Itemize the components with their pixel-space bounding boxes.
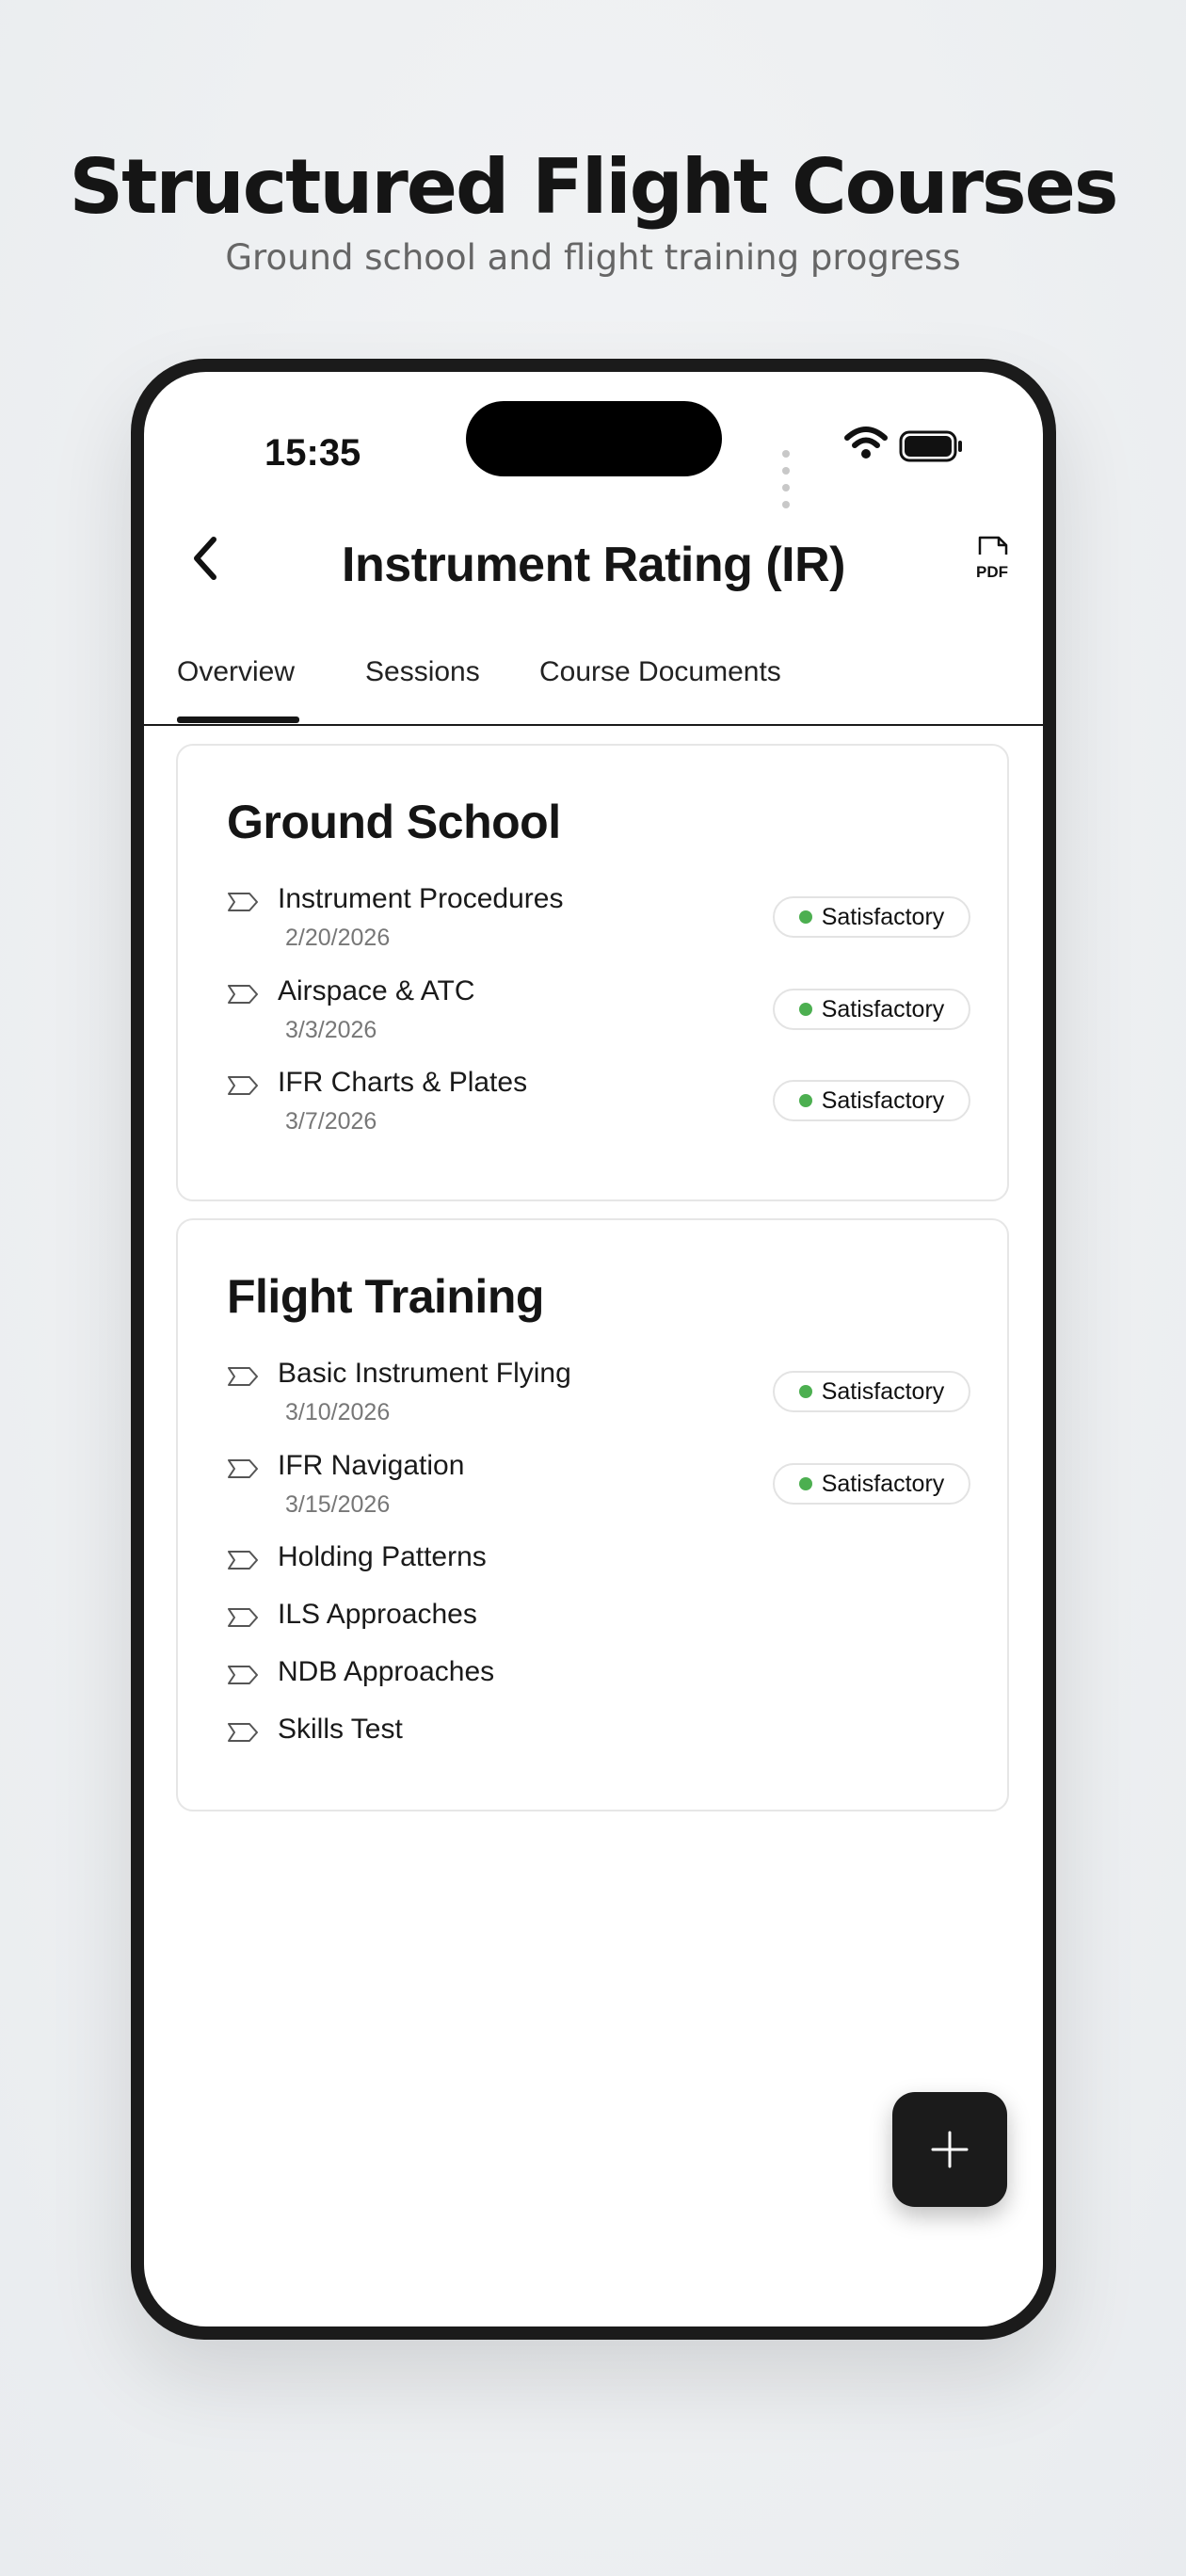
- status-text: Satisfactory: [821, 903, 945, 930]
- status-badge: Satisfactory: [773, 1080, 970, 1121]
- add-button[interactable]: [892, 2092, 1007, 2207]
- flight-training-card: Flight Training Basic Instrument Flying …: [176, 1218, 1009, 1811]
- item-label: IFR Navigation: [278, 1450, 465, 1481]
- tag-icon: [228, 1551, 258, 1570]
- promo-subtitle: Ground school and flight training progre…: [225, 237, 961, 278]
- battery-icon: [899, 430, 962, 462]
- item-label: Holding Patterns: [278, 1541, 487, 1572]
- status-text: Satisfactory: [821, 995, 945, 1022]
- item-label: IFR Charts & Plates: [278, 1067, 528, 1098]
- item-date: 3/3/2026: [285, 1017, 377, 1043]
- item-label: Instrument Procedures: [278, 883, 564, 914]
- item-date: 3/10/2026: [285, 1399, 391, 1425]
- phone-frame: 15:35 Instrument Rating (IR) PDF Overvie…: [131, 359, 1056, 2340]
- status-dot: [798, 1094, 812, 1107]
- tab-bar: Overview Sessions Course Documents: [144, 639, 1043, 726]
- status-dot: [798, 1003, 812, 1016]
- card-title: Ground School: [227, 796, 561, 848]
- ground-school-card: Ground School Instrument Procedures 2/20…: [176, 744, 1009, 1201]
- item-date: 2/20/2026: [285, 925, 391, 951]
- promo-title: Structured Flight Courses: [69, 143, 1118, 231]
- status-text: Satisfactory: [821, 1087, 945, 1114]
- plus-icon: [931, 2131, 969, 2168]
- tag-icon: [228, 1076, 258, 1095]
- status-badge: Satisfactory: [773, 1371, 970, 1412]
- page-title: Instrument Rating (IR): [342, 538, 845, 592]
- tag-icon: [228, 1666, 258, 1684]
- tag-icon: [228, 1608, 258, 1627]
- tag-icon: [228, 985, 258, 1004]
- item-label: NDB Approaches: [278, 1656, 495, 1687]
- app-screen: 15:35 Instrument Rating (IR) PDF Overvie…: [144, 372, 1043, 2326]
- tab-sessions[interactable]: Sessions: [365, 656, 480, 688]
- card-title: Flight Training: [227, 1270, 544, 1323]
- signal-dots-icon: [782, 445, 793, 513]
- status-badge: Satisfactory: [773, 989, 970, 1030]
- wifi-icon: [844, 427, 888, 459]
- status-text: Satisfactory: [821, 1377, 945, 1405]
- status-badge: Satisfactory: [773, 1463, 970, 1505]
- pdf-label: PDF: [976, 563, 1008, 581]
- status-dot: [798, 910, 812, 924]
- pdf-file-icon: PDF: [976, 536, 1008, 581]
- status-text: Satisfactory: [821, 1470, 945, 1497]
- item-label: Basic Instrument Flying: [278, 1358, 571, 1389]
- status-time: 15:35: [264, 432, 361, 474]
- status-badge: Satisfactory: [773, 896, 970, 938]
- dynamic-island: [466, 401, 722, 476]
- tab-course-documents[interactable]: Course Documents: [539, 656, 781, 688]
- item-label: Airspace & ATC: [278, 975, 475, 1006]
- pdf-export-button[interactable]: PDF: [970, 534, 1014, 583]
- status-dot: [798, 1385, 812, 1398]
- tab-overview[interactable]: Overview: [177, 656, 295, 688]
- tag-icon: [228, 1459, 258, 1478]
- item-label: ILS Approaches: [278, 1599, 477, 1630]
- item-date: 3/15/2026: [285, 1491, 391, 1518]
- tag-icon: [228, 1367, 258, 1386]
- tag-icon: [228, 1723, 258, 1742]
- active-tab-indicator: [177, 716, 299, 723]
- status-dot: [798, 1477, 812, 1490]
- item-date: 3/7/2026: [285, 1108, 377, 1135]
- tag-icon: [228, 893, 258, 911]
- item-label: Skills Test: [278, 1714, 403, 1745]
